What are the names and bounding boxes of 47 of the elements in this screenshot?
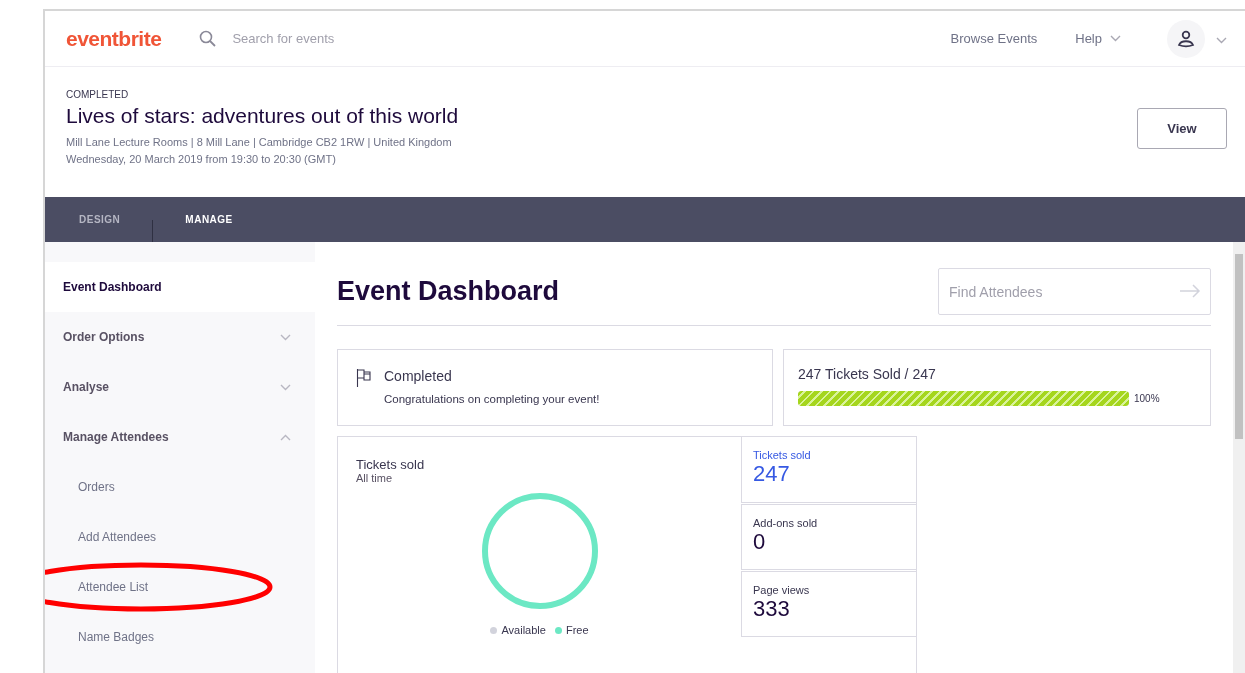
legend-label: Available (501, 624, 546, 636)
account-avatar[interactable] (1167, 19, 1205, 58)
sidebar-subitem[interactable]: Add Attendees (45, 512, 315, 562)
event-title: Lives of stars: adventures out of this world (66, 103, 459, 128)
chart-subtitle: All time (356, 472, 394, 484)
event-status: COMPLETED (66, 88, 130, 100)
sidebar-item[interactable]: Event Dashboard (45, 262, 315, 312)
logo[interactable]: eventbrite (66, 26, 162, 51)
legend-label: Free (565, 624, 589, 636)
stat-label: Page views (753, 584, 811, 596)
chevron-down-icon (1110, 35, 1121, 42)
stat-label: Tickets sold (753, 449, 812, 461)
nav-link[interactable]: Help (1075, 31, 1121, 46)
sidebar-subitem[interactable]: Name Badges (45, 612, 315, 662)
stat-value: 333 (753, 596, 791, 622)
tab[interactable]: MANAGE (165, 208, 253, 231)
sidebar-subitem[interactable]: Attendee List (45, 562, 315, 612)
find-attendees-field[interactable]: Find Attendees (938, 268, 1211, 315)
chart-title: Tickets sold (356, 457, 426, 472)
progress-reading: 100% (1134, 393, 1160, 404)
nav-link[interactable]: Browse Events (950, 31, 1038, 46)
page-title: Event Dashboard (337, 276, 560, 307)
status-title: Completed (384, 368, 453, 384)
chevron-up-icon (280, 433, 291, 441)
event-location: Mill Lane Lecture Rooms | 8 Mill Lane | Cambridge CB2 1RW | United Kingdom (66, 134, 453, 150)
stat-value: 0 (753, 529, 767, 555)
stat-tile[interactable]: Add-ons sold 0 (741, 504, 916, 570)
sidebar-subitem[interactable]: Orders (45, 462, 315, 512)
tickets-sold-label: 247 Tickets Sold / 247 (798, 366, 937, 382)
chevron-down-icon (280, 383, 291, 391)
stat-tile[interactable]: Tickets sold 247 (741, 437, 916, 503)
stat-value: 247 (753, 461, 791, 487)
stat-tile[interactable]: Page views 333 (741, 571, 916, 637)
arrow-right-icon (1179, 284, 1201, 298)
scrollbar[interactable] (1233, 242, 1245, 673)
tab[interactable]: DESIGN (59, 208, 141, 231)
flag-icon (356, 368, 372, 388)
sidebar-item[interactable]: Manage Attendees (45, 412, 315, 462)
view-button[interactable]: View (1137, 107, 1227, 149)
sidebar-item[interactable]: Analyse (45, 362, 315, 412)
chevron-down-icon (280, 333, 291, 341)
status-message: Congratulations on completing your event! (384, 393, 600, 405)
chevron-down-icon (1216, 36, 1227, 44)
sidebar-item[interactable]: Order Options (45, 312, 315, 362)
event-date: Wednesday, 20 March 2019 from 19:30 to 20:30 (GMT) (66, 151, 337, 167)
stat-label: Add-ons sold (753, 517, 819, 529)
search-icon (199, 30, 217, 47)
